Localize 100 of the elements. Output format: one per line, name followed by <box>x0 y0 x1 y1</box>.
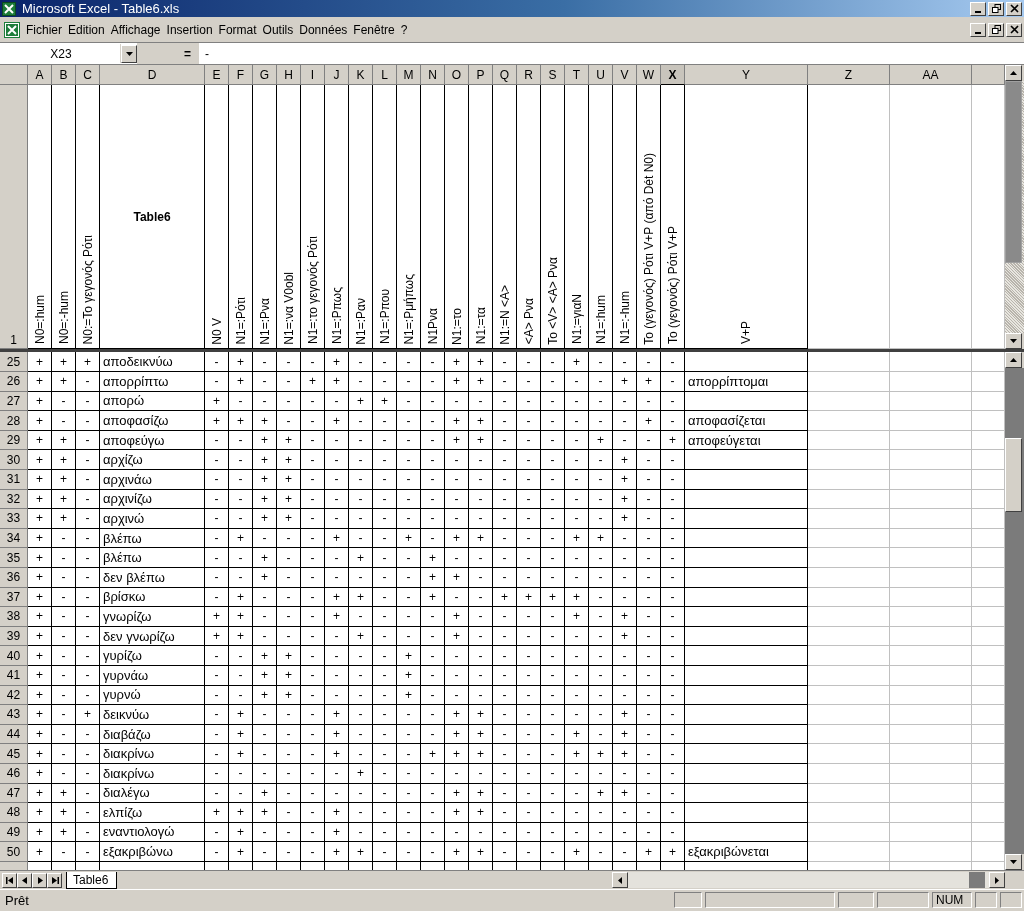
row-header[interactable]: 33 <box>0 509 28 529</box>
row-header[interactable]: 25 <box>0 352 28 373</box>
sheet-tab[interactable]: Table6 <box>66 871 118 889</box>
row-header[interactable]: 28 <box>0 411 28 431</box>
scroll-up-button[interactable] <box>1005 65 1022 82</box>
row-header[interactable]: 45 <box>0 744 28 764</box>
row-header[interactable]: 48 <box>0 803 28 823</box>
minimize-button[interactable] <box>970 1 986 16</box>
column-header[interactable]: E <box>205 65 229 86</box>
column-header[interactable]: Q <box>493 65 517 86</box>
row-header[interactable]: 32 <box>0 489 28 510</box>
column-header[interactable]: T <box>565 65 589 86</box>
column-header[interactable]: S <box>541 65 565 86</box>
last-sheet-button[interactable] <box>47 872 62 888</box>
menu-item[interactable]: Outils <box>259 22 297 37</box>
column-header[interactable]: AA <box>890 65 972 86</box>
row-header[interactable]: 50 <box>0 842 28 862</box>
scroll-up-button[interactable] <box>1005 352 1022 369</box>
menu-item[interactable]: Insertion <box>163 22 216 37</box>
table-cell: + <box>28 783 52 804</box>
table-cell: - <box>493 803 517 823</box>
table-cell: - <box>541 391 565 412</box>
row-header[interactable]: 27 <box>0 391 28 412</box>
column-header[interactable]: G <box>253 65 277 86</box>
row-header[interactable]: 49 <box>0 822 28 843</box>
close-button[interactable] <box>1006 1 1022 16</box>
menu-item[interactable]: Fenêtre <box>350 22 398 37</box>
column-header[interactable]: K <box>349 65 373 86</box>
table-cell: - <box>541 411 565 431</box>
row-header[interactable]: 38 <box>0 607 28 627</box>
column-header[interactable]: X <box>661 65 685 86</box>
table-cell: - <box>421 528 445 549</box>
column-header[interactable]: B <box>52 65 76 86</box>
menu-item[interactable]: ? <box>397 22 411 37</box>
row-header[interactable]: 30 <box>0 450 28 470</box>
table-cell: + <box>445 705 469 725</box>
row-header[interactable]: 39 <box>0 626 28 647</box>
scroll-right-button[interactable] <box>989 872 1005 889</box>
row-header[interactable]: 44 <box>0 724 28 745</box>
restore-button[interactable] <box>988 1 1004 16</box>
table-cell: - <box>397 626 421 647</box>
row-header[interactable]: 41 <box>0 665 28 686</box>
row-header[interactable]: 29 <box>0 430 28 451</box>
scroll-down-button[interactable] <box>1005 333 1022 350</box>
menu-item[interactable]: Données <box>296 22 351 37</box>
table-cell: + <box>613 607 637 627</box>
row-header[interactable]: 47 <box>0 783 28 804</box>
next-sheet-button[interactable] <box>32 872 47 888</box>
column-header[interactable]: Z <box>808 65 890 86</box>
previous-sheet-button[interactable] <box>17 872 32 888</box>
scroll-down-button[interactable] <box>1005 854 1022 871</box>
row-header[interactable]: 1 <box>0 85 28 350</box>
scrollbar-thumb[interactable] <box>1005 81 1022 263</box>
column-header[interactable]: I <box>301 65 325 86</box>
scroll-left-button[interactable] <box>612 872 628 889</box>
column-header[interactable]: R <box>517 65 541 86</box>
column-header[interactable]: A <box>28 65 52 86</box>
table-cell: + <box>277 509 301 529</box>
row-header[interactable]: 31 <box>0 470 28 490</box>
menu-item[interactable]: Fichier <box>23 22 65 37</box>
column-header[interactable]: L <box>373 65 397 86</box>
menu-item[interactable]: Affichage <box>107 22 164 37</box>
row-header[interactable]: 40 <box>0 646 28 666</box>
column-header[interactable]: Y <box>685 65 808 86</box>
dropdown-button[interactable] <box>121 44 137 63</box>
scrollbar-thumb[interactable] <box>969 872 985 889</box>
menu-item[interactable]: Format <box>215 22 260 37</box>
formula-field[interactable]: - <box>199 46 1024 61</box>
menu-item[interactable]: Edition <box>65 22 108 37</box>
minimize-button[interactable] <box>970 22 986 37</box>
column-header[interactable]: M <box>397 65 421 86</box>
table-cell: + <box>229 587 253 608</box>
spreadsheet-icon[interactable] <box>4 21 20 38</box>
row-header[interactable]: 43 <box>0 705 28 725</box>
row-header[interactable]: 46 <box>0 763 28 784</box>
column-header[interactable]: C <box>76 65 100 86</box>
column-header[interactable]: U <box>589 65 613 86</box>
column-header[interactable]: D <box>100 65 205 86</box>
column-header[interactable]: H <box>277 65 301 86</box>
row-header[interactable]: 26 <box>0 372 28 392</box>
table-cell: + <box>589 430 613 451</box>
column-header[interactable]: V <box>613 65 637 86</box>
restore-button[interactable] <box>988 22 1004 37</box>
table-cell: - <box>397 842 421 862</box>
column-header[interactable]: N <box>421 65 445 86</box>
row-header[interactable]: 34 <box>0 528 28 549</box>
row-header[interactable]: 37 <box>0 587 28 608</box>
table-cell: + <box>661 842 685 862</box>
row-header[interactable]: 36 <box>0 567 28 588</box>
row-header[interactable]: 35 <box>0 548 28 568</box>
table-cell: απορώ <box>100 391 205 412</box>
table-cell: - <box>229 470 253 490</box>
table-cell: - <box>325 391 349 412</box>
close-button[interactable] <box>1006 22 1022 37</box>
row-header[interactable]: 42 <box>0 685 28 706</box>
column-header[interactable]: F <box>229 65 253 86</box>
column-header[interactable]: P <box>469 65 493 86</box>
column-header[interactable]: O <box>445 65 469 86</box>
first-sheet-button[interactable] <box>2 872 17 888</box>
column-header[interactable]: J <box>325 65 349 86</box>
